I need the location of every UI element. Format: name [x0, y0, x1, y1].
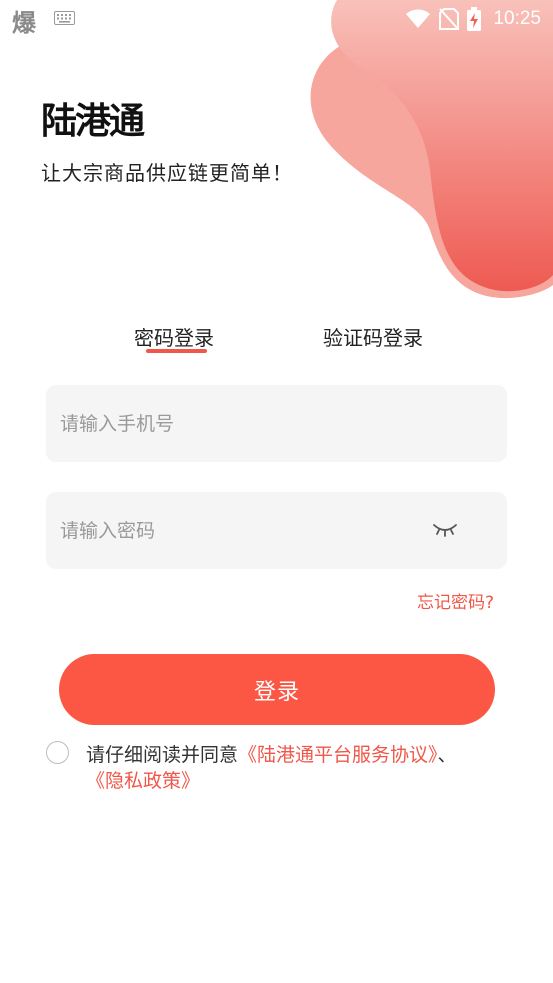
- login-button[interactable]: 登录: [59, 654, 495, 725]
- agreement-separator: 、: [437, 744, 457, 766]
- brand-slogan: 让大宗商品供应链更简单！: [41, 161, 293, 185]
- no-sim-icon: [439, 8, 460, 30]
- status-bar: 爆 10:25: [0, 0, 553, 38]
- forgot-password-link[interactable]: 忘记密码?: [417, 588, 494, 613]
- battery-charging-icon: [467, 7, 482, 31]
- tab-sms-login[interactable]: 验证码登录: [323, 322, 423, 351]
- brand-logo: 陆港通: [41, 101, 145, 142]
- agreement-checkbox[interactable]: [46, 741, 69, 764]
- phone-field-container: [46, 385, 507, 462]
- status-time: 10:25: [493, 8, 541, 29]
- password-field-container: [46, 492, 507, 569]
- agreement-prefix: 请仔细阅读并同意: [86, 744, 239, 766]
- phone-input[interactable]: [46, 385, 507, 462]
- agreement-text: 请仔细阅读并同意《陆港通平台服务协议》、《隐私政策》: [86, 742, 466, 794]
- eye-closed-icon[interactable]: [431, 518, 459, 540]
- keyboard-icon: [54, 11, 75, 25]
- service-agreement-link[interactable]: 《陆港通平台服务协议》: [238, 744, 438, 766]
- wifi-icon: [406, 9, 431, 28]
- privacy-policy-link[interactable]: 《隐私政策》: [86, 770, 200, 792]
- notification-glyph: 爆: [12, 9, 36, 37]
- tab-password-login[interactable]: 密码登录: [134, 322, 214, 351]
